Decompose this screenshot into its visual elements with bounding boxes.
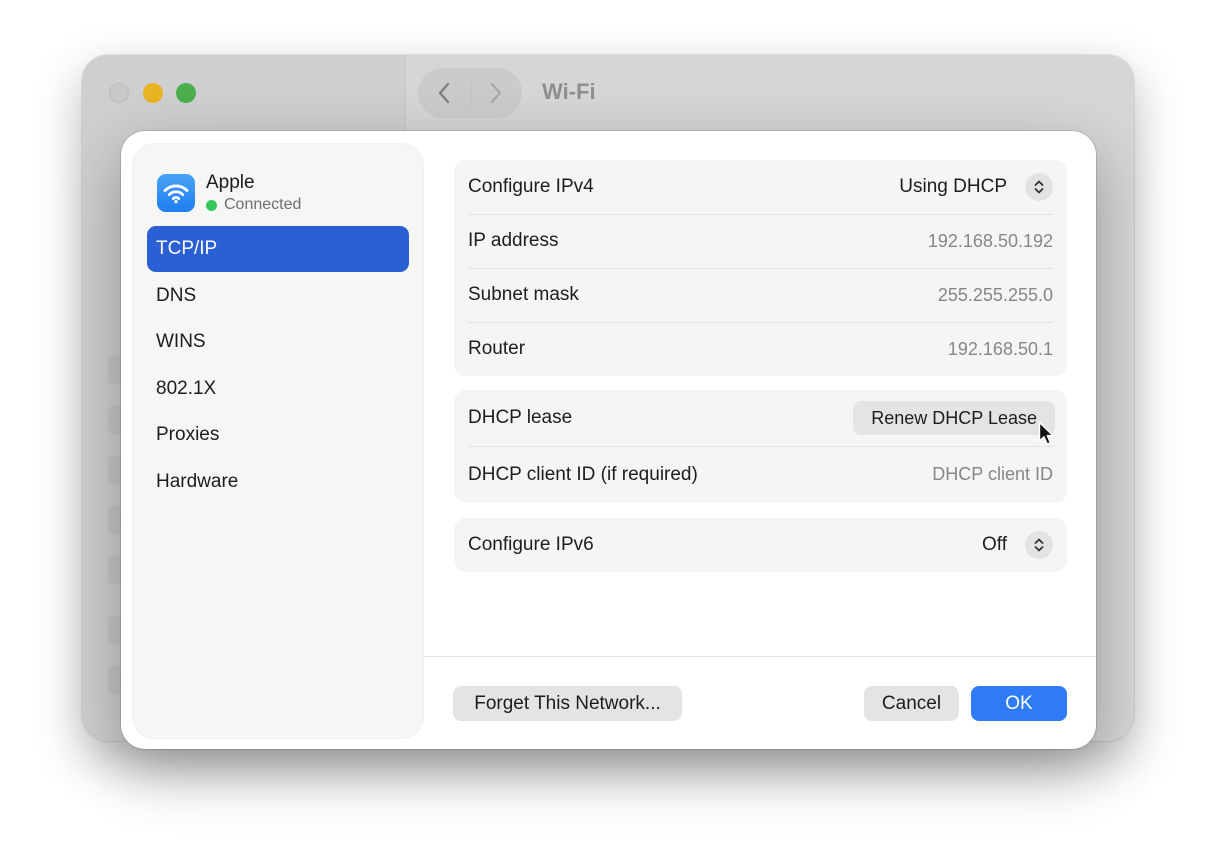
background-sidebar-item — [108, 405, 122, 435]
router-row: Router 192.168.50.1 — [454, 322, 1067, 376]
wifi-icon — [157, 174, 195, 212]
background-sidebar-item — [108, 505, 122, 535]
sheet-sidebar: Apple Connected TCP/IP DNS WINS 802.1X P… — [133, 144, 423, 738]
subnet-mask-value: 255.255.255.0 — [937, 284, 1053, 305]
dhcp-client-id-row: DHCP client ID (if required) DHCP client… — [454, 446, 1067, 503]
subnet-mask-label: Subnet mask — [468, 284, 579, 305]
sidebar-item-tcpip[interactable]: TCP/IP — [147, 226, 409, 272]
sidebar-item-wins[interactable]: WINS — [147, 319, 409, 365]
network-status: Connected — [206, 196, 301, 214]
router-label: Router — [468, 338, 526, 359]
minimize-window-button[interactable] — [143, 83, 163, 103]
dhcp-lease-label: DHCP lease — [468, 407, 573, 428]
sidebar-item-proxies[interactable]: Proxies — [147, 412, 409, 458]
background-sidebar-item — [108, 615, 122, 645]
ok-button[interactable]: OK — [971, 686, 1067, 721]
background-sidebar-item — [108, 355, 122, 385]
close-window-button[interactable] — [109, 83, 129, 103]
configure-ipv6-value: Off — [982, 534, 1007, 555]
ip-address-row: IP address 192.168.50.192 — [454, 214, 1067, 268]
zoom-window-button[interactable] — [176, 83, 196, 103]
settings-nav-list: TCP/IP DNS WINS 802.1X Proxies Hardware — [147, 226, 409, 505]
navigation-controls — [418, 68, 522, 118]
mouse-pointer-icon — [1038, 421, 1054, 445]
network-name: Apple — [206, 172, 255, 193]
back-button[interactable] — [418, 68, 470, 118]
configure-ipv6-select[interactable]: Off — [982, 531, 1053, 559]
background-sidebar-item — [108, 665, 122, 695]
cancel-button[interactable]: Cancel — [864, 686, 959, 721]
chevron-up-down-icon[interactable] — [1025, 531, 1053, 559]
sidebar-item-hardware[interactable]: Hardware — [147, 459, 409, 505]
background-sidebar-item — [108, 455, 122, 485]
window-title: Wi-Fi — [542, 79, 596, 104]
configure-ipv4-row: Configure IPv4 Using DHCP — [454, 160, 1067, 214]
dhcp-lease-row: DHCP lease Renew DHCP Lease — [454, 390, 1067, 446]
router-value: 192.168.50.1 — [947, 338, 1053, 359]
chevron-right-icon — [490, 82, 502, 104]
dhcp-client-id-field[interactable]: DHCP client ID — [932, 464, 1053, 485]
ip-address-value: 192.168.50.192 — [927, 230, 1053, 251]
configure-ipv6-label: Configure IPv6 — [468, 534, 594, 555]
configure-ipv4-label: Configure IPv4 — [468, 176, 594, 197]
configure-ipv4-select[interactable]: Using DHCP — [899, 173, 1053, 201]
status-dot-icon — [206, 199, 217, 211]
chevron-left-icon — [438, 82, 450, 104]
ip-address-label: IP address — [468, 230, 559, 251]
sidebar-item-8021x[interactable]: 802.1X — [147, 366, 409, 412]
forward-button[interactable] — [470, 68, 522, 118]
renew-dhcp-lease-button[interactable]: Renew DHCP Lease — [853, 401, 1055, 435]
network-details-sheet: Apple Connected TCP/IP DNS WINS 802.1X P… — [121, 131, 1096, 749]
dhcp-group: DHCP lease Renew DHCP Lease DHCP client … — [454, 390, 1067, 503]
configure-ipv6-row: Configure IPv6 Off — [454, 518, 1067, 572]
forget-network-button[interactable]: Forget This Network... — [453, 686, 682, 721]
footer-divider — [424, 656, 1096, 657]
configure-ipv4-value: Using DHCP — [899, 176, 1007, 197]
ipv6-group: Configure IPv6 Off — [454, 518, 1067, 572]
network-status-text: Connected — [224, 196, 302, 213]
subnet-mask-row: Subnet mask 255.255.255.0 — [454, 268, 1067, 322]
dhcp-client-id-label: DHCP client ID (if required) — [468, 463, 698, 485]
background-sidebar-item — [108, 555, 122, 585]
ipv4-group: Configure IPv4 Using DHCP IP address 192… — [454, 160, 1067, 376]
sidebar-item-dns[interactable]: DNS — [147, 273, 409, 319]
chevron-up-down-icon[interactable] — [1025, 173, 1053, 201]
